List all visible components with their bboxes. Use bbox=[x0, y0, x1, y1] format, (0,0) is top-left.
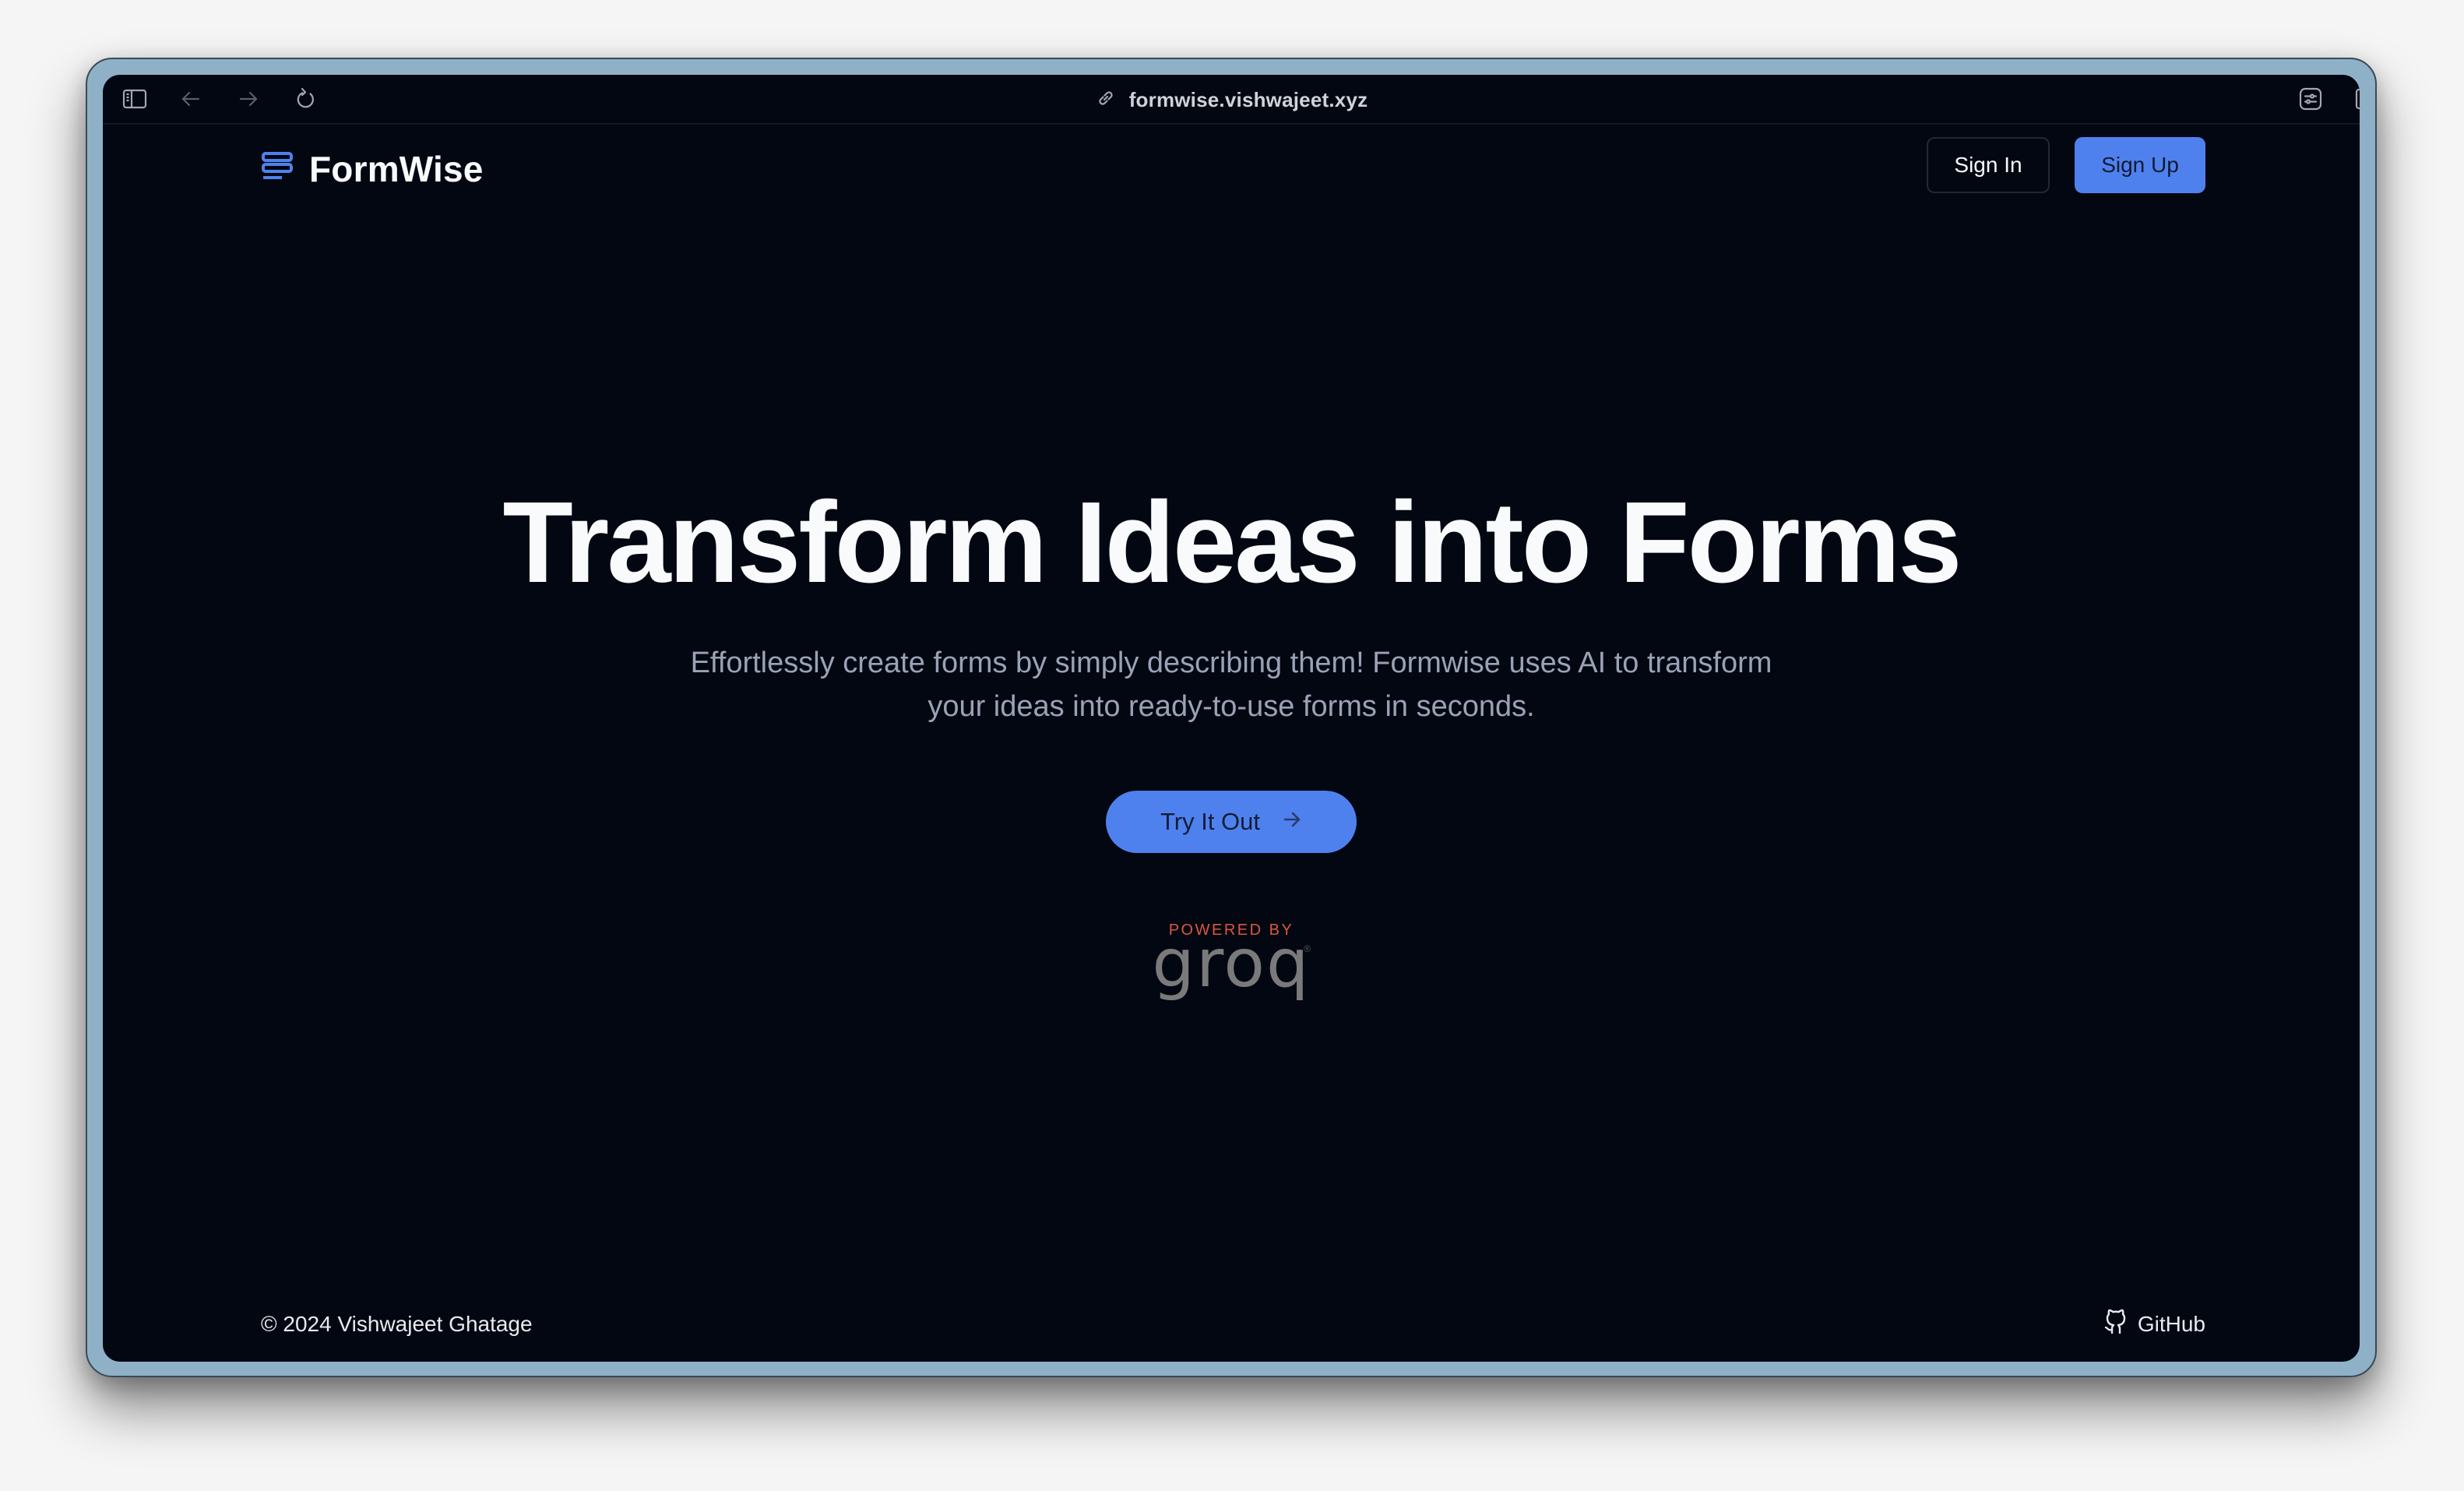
browser-viewport: formwise.vishwajeet.xyz FormWise Sign In… bbox=[103, 75, 2360, 1362]
github-link[interactable]: GitHub bbox=[2103, 1307, 2205, 1341]
split-view-icon bbox=[2353, 86, 2360, 116]
site-footer: © 2024 Vishwajeet Ghatage GitHub bbox=[261, 1307, 2205, 1341]
hero-title: Transform Ideas into Forms bbox=[502, 478, 1962, 607]
browser-toolbar: formwise.vishwajeet.xyz bbox=[103, 75, 2360, 125]
hero-section: Transform Ideas into Forms Effortlessly … bbox=[103, 478, 2360, 1003]
cta-label: Try It Out bbox=[1160, 807, 1261, 835]
address-bar[interactable]: formwise.vishwajeet.xyz bbox=[103, 75, 2360, 125]
browser-window-frame: formwise.vishwajeet.xyz FormWise Sign In… bbox=[86, 58, 2377, 1377]
arrow-right-icon bbox=[1282, 808, 1302, 836]
brand-logo[interactable]: FormWise bbox=[261, 148, 484, 190]
hero-subtitle: Effortlessly create forms by simply desc… bbox=[690, 646, 1772, 723]
url-text: formwise.vishwajeet.xyz bbox=[1128, 87, 1368, 111]
registered-mark: ® bbox=[1304, 943, 1311, 954]
sliders-icon bbox=[2297, 86, 2324, 116]
groq-logo: groq bbox=[1152, 924, 1311, 1003]
extensions-button[interactable] bbox=[2297, 87, 2324, 114]
powered-by-groq[interactable]: POWERED BY groq ® bbox=[1146, 922, 1317, 1003]
brand-name: FormWise bbox=[309, 149, 484, 189]
split-view-button[interactable] bbox=[2353, 87, 2360, 114]
sign-in-button[interactable]: Sign In bbox=[1927, 137, 2050, 193]
try-it-out-button[interactable]: Try It Out bbox=[1106, 790, 1357, 853]
site-header: FormWise Sign In Sign Up bbox=[103, 125, 2360, 218]
link-icon bbox=[1095, 87, 1117, 113]
github-icon bbox=[2103, 1307, 2128, 1341]
sign-up-button[interactable]: Sign Up bbox=[2075, 137, 2205, 193]
copyright-text: © 2024 Vishwajeet Ghatage bbox=[261, 1311, 533, 1336]
github-label: GitHub bbox=[2137, 1311, 2205, 1336]
form-stack-icon bbox=[261, 151, 294, 188]
